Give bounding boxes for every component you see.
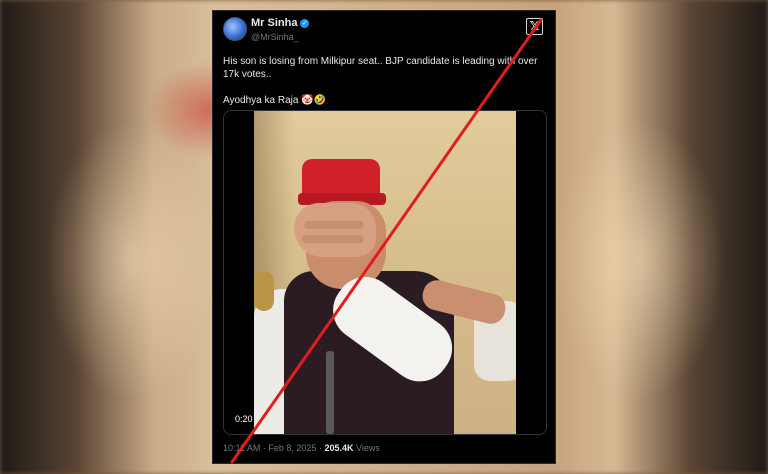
views-label: Views xyxy=(356,443,380,453)
meta-separator: · xyxy=(262,443,266,453)
tweet-card[interactable]: Mr Sinha ✓ @MrSinha_ 𝕏 His son is losing… xyxy=(212,10,556,464)
tweet-text: His son is losing from Milkipur seat.. B… xyxy=(223,55,543,107)
tweet-date[interactable]: Feb 8, 2025 xyxy=(268,443,316,453)
user-handle[interactable]: @MrSinha_ xyxy=(251,32,299,42)
verified-badge-icon: ✓ xyxy=(300,18,310,28)
microphone xyxy=(326,351,334,434)
display-name[interactable]: Mr Sinha xyxy=(251,17,297,29)
x-logo-icon[interactable]: 𝕏 xyxy=(526,18,543,35)
avatar[interactable] xyxy=(223,17,247,41)
meta-separator: · xyxy=(318,443,322,453)
video-player[interactable]: 0:20 xyxy=(223,110,547,435)
bouquet xyxy=(254,271,274,311)
tweet-text-line: His son is losing from Milkipur seat.. B… xyxy=(223,56,538,80)
tweet-meta: 10:11 AM · Feb 8, 2025 · 205.4K Views xyxy=(223,443,380,453)
tweet-text-line: Ayodhya ka Raja 🤡🤣 xyxy=(223,95,327,106)
tweet-time[interactable]: 10:11 AM xyxy=(223,443,260,453)
video-frame[interactable] xyxy=(254,111,516,434)
video-timecode: 0:20 xyxy=(235,414,253,424)
finger xyxy=(304,221,364,229)
hand-covering-face xyxy=(294,203,376,257)
finger xyxy=(302,235,364,243)
red-cap xyxy=(302,159,380,197)
author-name-row: Mr Sinha ✓ xyxy=(251,17,310,29)
views-count[interactable]: 205.4K xyxy=(324,443,353,453)
